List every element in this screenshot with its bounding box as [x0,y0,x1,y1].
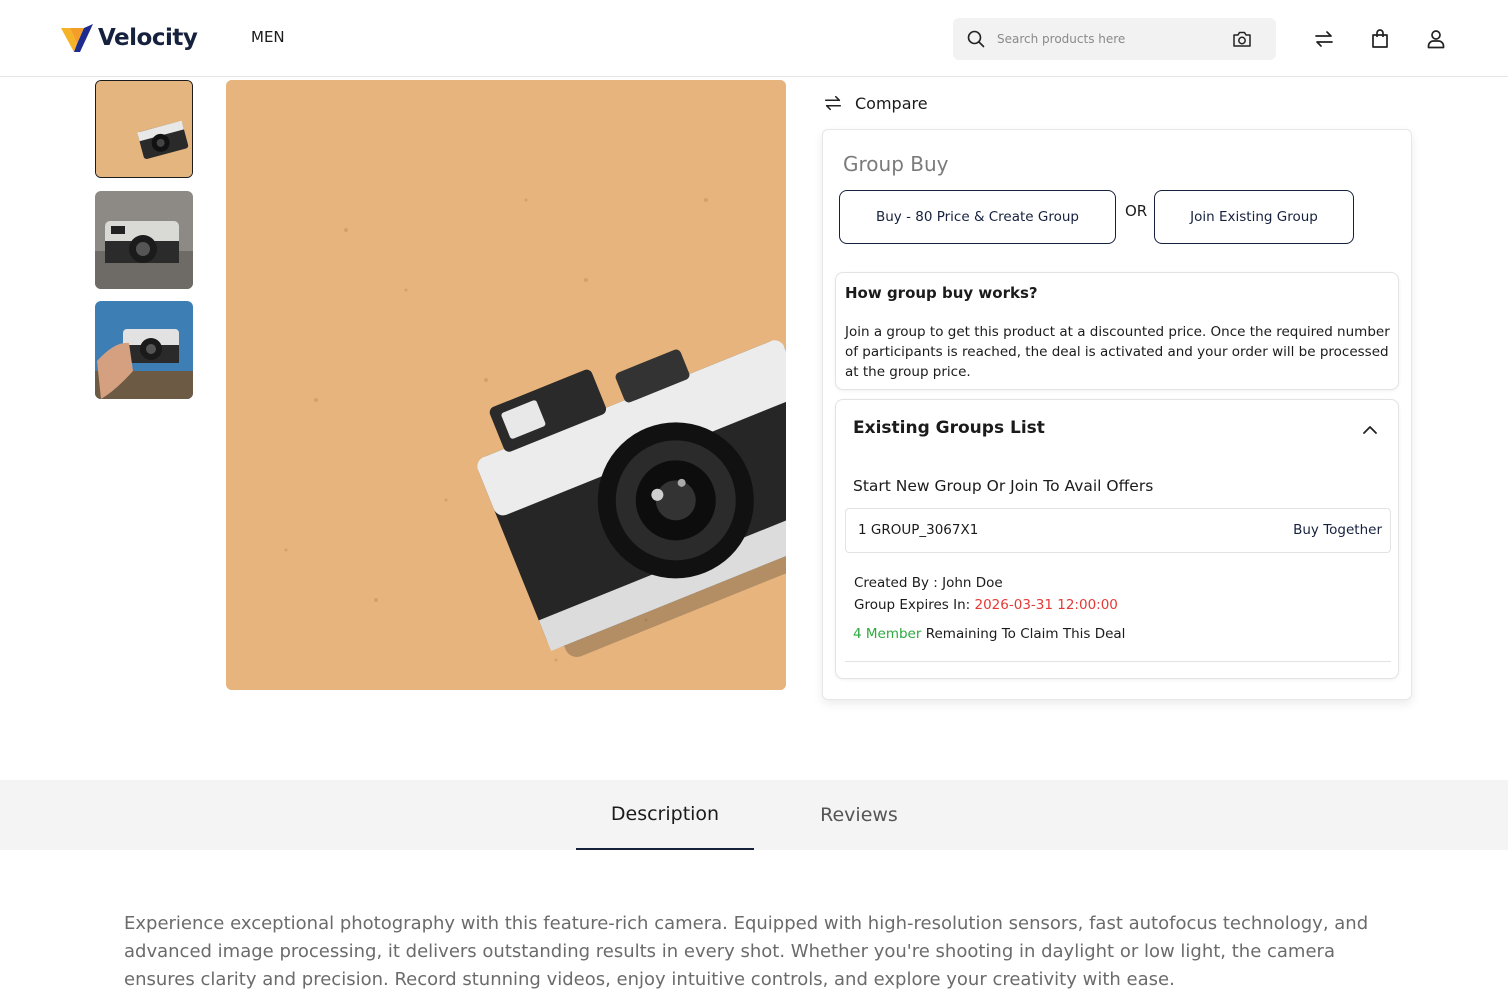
how-group-buy-works-box: How group buy works? Join a group to get… [835,272,1399,390]
thumbnail-3[interactable] [95,301,193,399]
tab-reviews[interactable]: Reviews [790,780,928,850]
compare-arrows-icon[interactable] [1313,28,1335,50]
group-buy-title: Group Buy [843,152,949,176]
group-row: 1 GROUP_3067X1 Buy Together [845,508,1391,553]
join-group-button[interactable]: Join Existing Group [1154,190,1354,244]
create-group-button[interactable]: Buy - 80 Price & Create Group [839,190,1116,244]
group-buy-card: Group Buy Buy - 80 Price & Create Group … [822,129,1412,700]
created-by: Created By : John Doe [854,575,1003,591]
thumbnail-hand-camera-image [95,301,193,399]
group-expires: Group Expires In: 2026-03-31 12:00:00 [854,597,1118,613]
expires-value: 2026-03-31 12:00:00 [974,597,1118,613]
tab-description[interactable]: Description [576,780,754,850]
site-header: Velocity MEN [0,0,1508,77]
camera-on-sand-image [226,80,786,690]
created-by-value: John Doe [942,575,1003,591]
thumbnail-2[interactable] [95,191,193,289]
divider [845,661,1391,662]
buy-together-link[interactable]: Buy Together [1293,522,1382,538]
group-id: 1 GROUP_3067X1 [858,522,979,538]
members-count: 4 Member [853,626,922,642]
user-icon[interactable] [1425,28,1447,50]
expires-label: Group Expires In: [854,597,975,613]
product-tabs: Description Reviews [0,780,1508,850]
main-product-image [226,80,786,690]
thumbnail-vintage-camera-image [95,191,193,289]
product-description: Experience exceptional photography with … [124,913,1369,990]
created-by-label: Created By : [854,575,943,591]
search-icon[interactable] [967,30,985,48]
existing-groups-title: Existing Groups List [853,418,1045,438]
how-text: Join a group to get this product at a di… [845,324,1390,380]
search-input[interactable] [997,28,1217,50]
how-title: How group buy works? [845,284,1038,302]
compare-arrows-icon [824,95,842,111]
nav-item-men[interactable]: MEN [251,28,285,46]
or-label: OR [1125,202,1148,220]
shopping-bag-icon[interactable] [1369,28,1391,50]
groups-subtitle: Start New Group Or Join To Avail Offers [853,477,1154,495]
chevron-up-icon[interactable] [1362,422,1378,438]
existing-groups-box: Existing Groups List Start New Group Or … [835,399,1399,679]
members-text: Remaining To Claim This Deal [921,626,1126,642]
thumbnail-1[interactable] [95,80,193,178]
compare-label: Compare [855,93,928,113]
members-remaining: 4 Member Remaining To Claim This Deal [853,626,1125,642]
search-bar [953,18,1276,60]
camera-icon[interactable] [1232,30,1252,48]
brand-name: Velocity [98,25,198,51]
logo-mark-icon [61,24,93,52]
compare-link[interactable]: Compare [823,93,928,113]
brand-logo[interactable]: Velocity [60,22,198,54]
thumbnail-camera-sand-image [96,81,192,177]
